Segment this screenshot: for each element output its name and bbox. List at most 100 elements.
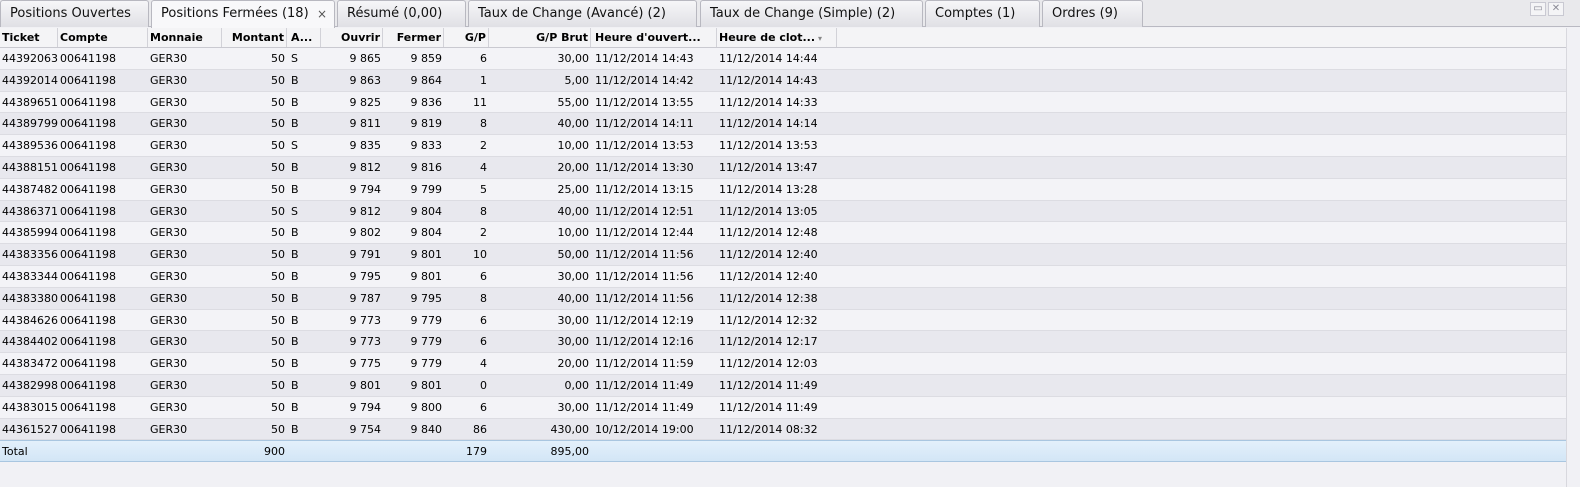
column-header-fermer[interactable]: Fermer — [383, 28, 444, 47]
cell-heure-ouverture: 11/12/2014 13:30 — [595, 160, 694, 174]
cell-compte: 00641198 — [60, 52, 116, 65]
cell-action: B — [291, 269, 299, 283]
cell-gp-brut: 5,00 — [564, 73, 590, 87]
tab-resume[interactable]: Résumé (0,00) — [337, 0, 466, 27]
cell-heure-cloture: 11/12/2014 14:43 — [719, 73, 818, 87]
cell-action: B — [291, 226, 299, 240]
column-header-ouvrir[interactable]: Ouvrir — [321, 28, 383, 47]
cell-monnaie: GER30 — [150, 422, 188, 436]
column-header-heure-ouverture[interactable]: Heure d'ouvert... — [593, 28, 717, 47]
column-header-compte[interactable]: Compte — [58, 28, 148, 47]
cell-monnaie: GER30 — [150, 95, 188, 109]
cell-monnaie: GER30 — [150, 226, 188, 240]
cell-gp-brut: 25,00 — [557, 182, 590, 196]
cell-ticket: 44388151 — [2, 160, 58, 174]
cell-ouvrir: 9 865 — [349, 52, 382, 65]
close-tab-icon[interactable]: × — [317, 1, 327, 27]
table-row[interactable]: 44389536 00641198 GER30 50 S 9 835 9 833 2 10,00… — [0, 135, 1566, 157]
column-header-montant[interactable]: Montant — [222, 28, 287, 47]
cell-heure-ouverture: 11/12/2014 13:55 — [595, 95, 694, 109]
cell-ouvrir: 9 812 — [349, 204, 382, 218]
table-row[interactable]: 44383356 00641198 GER30 50 B 9 791 9 801 10 50,0… — [0, 244, 1566, 266]
total-gp: 179 — [466, 445, 487, 459]
table-row[interactable]: 44383380 00641198 GER30 50 B 9 787 9 795 8 40,00… — [0, 287, 1566, 310]
cell-monnaie: GER30 — [150, 139, 188, 153]
cell-gp-brut: 10,00 — [557, 139, 590, 153]
table-row[interactable]: 44384402 00641198 GER30 50 B 9 773 9 779 6 30,00… — [0, 331, 1566, 354]
cell-gp: 5 — [480, 182, 487, 196]
column-header-gp[interactable]: G/P — [444, 28, 489, 47]
column-header-action[interactable]: A... — [289, 28, 321, 47]
cell-montant: 50 — [271, 160, 285, 174]
cell-heure-ouverture: 11/12/2014 12:19 — [595, 313, 694, 327]
cell-gp: 86 — [473, 422, 487, 436]
cell-monnaie: GER30 — [150, 52, 188, 65]
table-row[interactable]: 44383472 00641198 GER30 50 B 9 775 9 779 4 20,00… — [0, 353, 1566, 375]
table-row[interactable]: 44384626 00641198 GER30 50 B 9 773 9 779 6 30,00… — [0, 309, 1566, 332]
column-header-heure-cloture[interactable]: Heure de clot... ▾ — [717, 28, 837, 47]
column-header-monnaie[interactable]: Monnaie — [148, 28, 222, 47]
tab-positions-ouvertes[interactable]: Positions Ouvertes — [0, 0, 149, 27]
cell-heure-ouverture: 11/12/2014 11:49 — [595, 400, 694, 414]
table-row[interactable]: 44382998 00641198 GER30 50 B 9 801 9 801 0 0,00 1… — [0, 374, 1566, 397]
table-row[interactable]: 44383015 00641198 GER30 50 B 9 794 9 800 6 30,00… — [0, 396, 1566, 419]
table-row[interactable]: 44383344 00641198 GER30 50 B 9 795 9 801 6 30,00… — [0, 265, 1566, 288]
cell-fermer: 9 779 — [410, 335, 443, 349]
vertical-scrollbar[interactable] — [1566, 28, 1580, 487]
cell-compte: 00641198 — [60, 204, 116, 218]
cell-compte: 00641198 — [60, 335, 116, 349]
cell-gp-brut: 30,00 — [557, 269, 590, 283]
close-icon[interactable]: ✕ — [1548, 2, 1564, 16]
cell-gp-brut: 30,00 — [557, 313, 590, 327]
cell-ticket: 44386371 — [2, 204, 58, 218]
cell-action: B — [291, 357, 299, 371]
table-row[interactable]: 44392063 00641198 GER30 50 S 9 865 9 859 6 30,00… — [0, 48, 1566, 70]
cell-heure-ouverture: 11/12/2014 13:53 — [595, 139, 694, 153]
cell-gp-brut: 20,00 — [557, 160, 590, 174]
cell-heure-cloture: 11/12/2014 12:40 — [719, 269, 818, 283]
tab-positions-fermees[interactable]: Positions Fermées (18) × — [151, 0, 335, 28]
column-header-label: Heure de clot... — [719, 31, 816, 44]
tab-taux-change-simple[interactable]: Taux de Change (Simple) (2) — [700, 0, 923, 27]
cell-gp: 6 — [480, 269, 487, 283]
cell-compte: 00641198 — [60, 291, 116, 305]
tab-label: Comptes (1) — [935, 6, 1016, 21]
cell-montant: 50 — [271, 378, 285, 392]
column-header-label: Compte — [60, 31, 108, 44]
table-row[interactable]: 44386371 00641198 GER30 50 S 9 812 9 804 8 40,00… — [0, 200, 1566, 223]
table-row[interactable]: 44387482 00641198 GER30 50 B 9 794 9 799 5 25,00… — [0, 178, 1566, 201]
tab-taux-change-avance[interactable]: Taux de Change (Avancé) (2) — [468, 0, 697, 27]
cell-ticket: 44361527 — [2, 422, 58, 436]
table-row[interactable]: 44361527 00641198 GER30 50 B 9 754 9 840 86 430,… — [0, 418, 1566, 441]
cell-ticket: 44389651 — [2, 95, 58, 109]
cell-heure-ouverture: 11/12/2014 13:15 — [595, 182, 694, 196]
cell-ticket: 44385994 — [2, 226, 58, 240]
column-header-label: Monnaie — [150, 31, 203, 44]
table-row[interactable]: 44388151 00641198 GER30 50 B 9 812 9 816 4 20,00… — [0, 156, 1566, 179]
cell-gp: 11 — [473, 95, 487, 109]
table-row[interactable]: 44389799 00641198 GER30 50 B 9 811 9 819 8 40,00… — [0, 113, 1566, 136]
tab-ordres[interactable]: Ordres (9) — [1042, 0, 1143, 27]
cell-gp: 4 — [480, 160, 487, 174]
cell-action: B — [291, 400, 299, 414]
table-row[interactable]: 44392014 00641198 GER30 50 B 9 863 9 864 1 5,00 1… — [0, 69, 1566, 92]
cell-ticket: 44382998 — [2, 378, 58, 392]
table-row[interactable]: 44389651 00641198 GER30 50 B 9 825 9 836 11 55,0… — [0, 91, 1566, 114]
tab-comptes[interactable]: Comptes (1) — [925, 0, 1040, 27]
cell-ticket: 44383015 — [2, 400, 58, 414]
cell-heure-cloture: 11/12/2014 12:03 — [719, 357, 818, 371]
cell-montant: 50 — [271, 117, 285, 131]
cell-gp-brut: 40,00 — [557, 204, 590, 218]
cell-compte: 00641198 — [60, 357, 116, 371]
cell-action: B — [291, 248, 299, 262]
cell-ouvrir: 9 794 — [349, 182, 382, 196]
cell-heure-cloture: 11/12/2014 14:33 — [719, 95, 818, 109]
table-row[interactable]: 44385994 00641198 GER30 50 B 9 802 9 804 2 10,00… — [0, 222, 1566, 245]
restore-icon[interactable]: ▭ — [1530, 2, 1546, 16]
column-header-label: G/P Brut — [536, 31, 588, 44]
column-header-gp-brut[interactable]: G/P Brut — [489, 28, 591, 47]
column-header-ticket[interactable]: Ticket — [0, 28, 58, 47]
cell-action: B — [291, 182, 299, 196]
cell-gp-brut: 430,00 — [550, 422, 590, 436]
column-header-label: Heure d'ouvert... — [595, 31, 701, 44]
